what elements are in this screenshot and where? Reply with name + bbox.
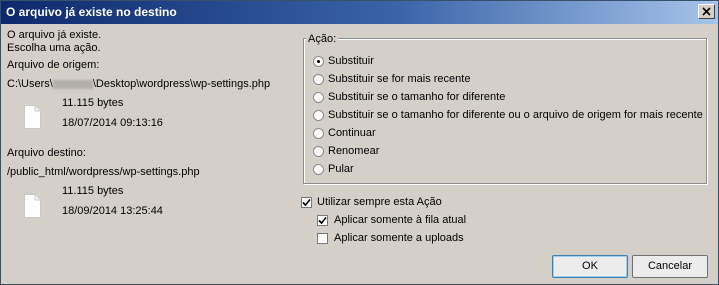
- radio-button[interactable]: [313, 74, 324, 85]
- radio-button[interactable]: [313, 92, 324, 103]
- source-path: C:\Users\ \Desktop\wordpress\wp-settings.…: [7, 78, 270, 90]
- destination-path: /public_html/wordpress/wp-settings.php: [7, 166, 200, 178]
- checkmark-icon: [302, 198, 311, 207]
- radio-button[interactable]: [313, 56, 324, 67]
- apply-queue-label: Aplicar somente à fila atual: [334, 214, 467, 226]
- message-line-1: O arquivo já existe.: [7, 29, 102, 41]
- checkmark-icon: [318, 216, 327, 225]
- apply-uploads-label: Aplicar somente a uploads: [334, 232, 464, 244]
- redacted-username: [52, 79, 93, 89]
- source-path-suffix: \Desktop\wordpress\wp-settings.php: [92, 78, 271, 90]
- radio-label: Continuar: [328, 127, 376, 139]
- file-icon: [24, 105, 41, 129]
- radio-button[interactable]: [313, 146, 324, 157]
- apply-uploads-checkbox[interactable]: [317, 233, 328, 244]
- action-group-label: Ação:: [306, 33, 339, 45]
- source-path-prefix: C:\Users\: [7, 78, 53, 90]
- radio-label: Substituir: [328, 55, 374, 67]
- radio-button[interactable]: [313, 128, 324, 139]
- close-icon: [702, 7, 711, 16]
- title-bar[interactable]: O arquivo já existe no destino: [1, 1, 718, 24]
- source-date: 18/07/2014 09:13:16: [62, 117, 163, 129]
- radio-label: Substituir se for mais recente: [328, 73, 471, 85]
- destination-label: Arquivo destino:: [7, 147, 86, 159]
- cancel-button[interactable]: Cancelar: [632, 255, 708, 278]
- source-size: 11.115 bytes: [62, 97, 124, 109]
- always-use-checkbox[interactable]: [301, 197, 312, 208]
- dialog-title: O arquivo já existe no destino: [6, 5, 177, 19]
- always-use-label: Utilizar sempre esta Ação: [317, 196, 442, 208]
- source-label: Arquivo de origem:: [7, 59, 100, 71]
- close-button[interactable]: [698, 4, 715, 19]
- dialog-window: O arquivo já existe no destino O arquivo…: [0, 0, 719, 285]
- radio-button[interactable]: [313, 110, 324, 121]
- apply-queue-checkbox[interactable]: [317, 215, 328, 226]
- radio-button[interactable]: [313, 164, 324, 175]
- radio-label: Renomear: [328, 145, 380, 157]
- message-line-2: Escolha uma ação.: [7, 42, 101, 54]
- destination-size: 11.115 bytes: [62, 185, 124, 197]
- file-icon: [24, 194, 41, 218]
- ok-button[interactable]: OK: [552, 255, 628, 278]
- radio-label: Pular: [328, 163, 354, 175]
- radio-label: Substituir se o tamanho for diferente: [328, 91, 506, 103]
- radio-label: Substituir se o tamanho for diferente ou…: [328, 109, 703, 121]
- dialog-body: O arquivo já existe. Escolha uma ação. A…: [1, 24, 718, 284]
- destination-date: 18/09/2014 13:25:44: [62, 205, 163, 217]
